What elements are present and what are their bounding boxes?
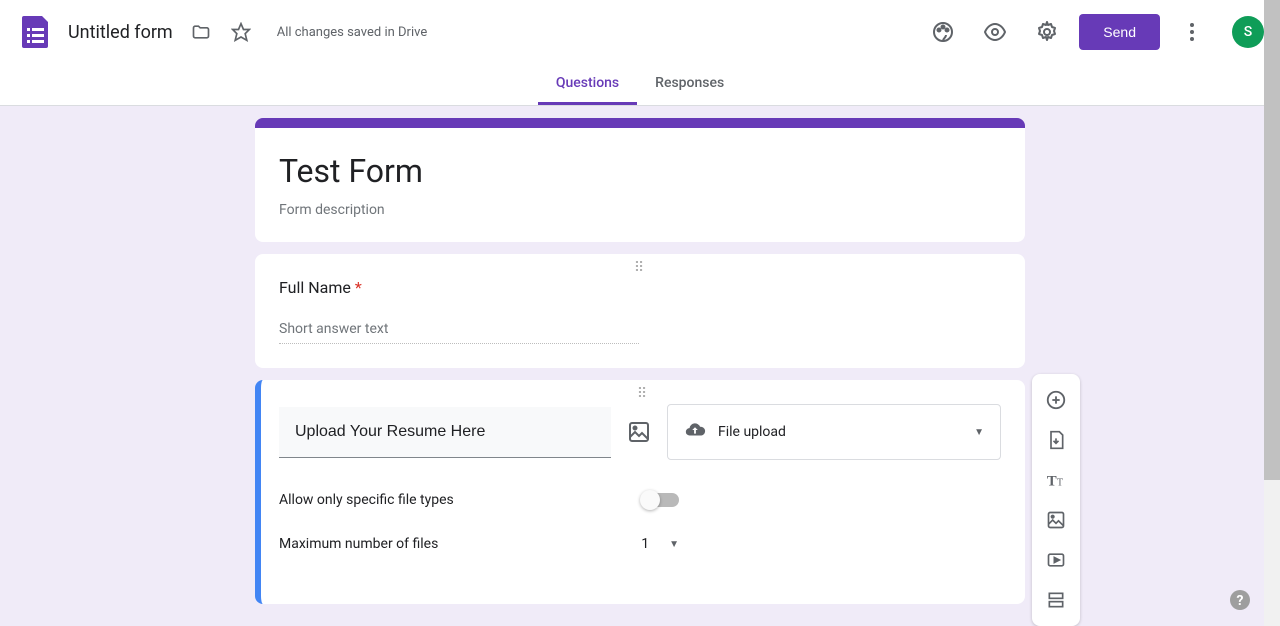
short-answer-placeholder: Short answer text [279,321,639,344]
add-image-to-question-icon[interactable] [627,420,651,444]
svg-text:?: ? [1237,593,1244,609]
chevron-down-icon: ▼ [974,427,984,438]
more-icon[interactable] [1172,12,1212,52]
question-card-selected[interactable]: ⠿ File upload ▼ Allow only specific file… [255,380,1025,604]
svg-text:T: T [1057,478,1063,489]
drag-handle-icon[interactable]: ⠿ [634,260,646,276]
form-description[interactable]: Form description [279,202,1001,218]
app-header: Untitled form All changes saved in Drive… [0,0,1280,64]
add-image-button[interactable] [1036,502,1076,538]
palette-icon[interactable] [923,12,963,52]
save-status: All changes saved in Drive [277,25,428,40]
floating-toolbar: TT [1032,374,1080,626]
max-files-dropdown[interactable]: 1 ▼ [641,536,679,552]
scrollbar[interactable] [1264,0,1280,626]
question-card[interactable]: ⠿ Full Name* Short answer text [255,254,1025,368]
forms-logo[interactable] [16,12,56,52]
add-section-button[interactable] [1036,582,1076,618]
allow-file-types-toggle[interactable] [642,493,679,507]
star-icon[interactable] [229,20,253,44]
add-video-button[interactable] [1036,542,1076,578]
scrollbar-thumb[interactable] [1264,0,1280,480]
import-questions-button[interactable] [1036,422,1076,458]
question-label: Full Name* [279,278,1001,297]
allow-file-types-label: Allow only specific file types [279,492,454,508]
add-title-button[interactable]: TT [1036,462,1076,498]
chevron-down-icon: ▼ [669,539,679,550]
tab-responses[interactable]: Responses [637,64,742,105]
toggle-knob [640,490,660,510]
max-files-value: 1 [641,536,649,552]
tab-questions[interactable]: Questions [538,64,637,105]
max-files-label: Maximum number of files [279,536,438,552]
question-label-text: Full Name [279,278,351,297]
question-type-selector[interactable]: File upload ▼ [667,404,1001,460]
folder-icon[interactable] [189,20,213,44]
svg-text:T: T [1047,474,1057,490]
send-button[interactable]: Send [1079,14,1160,50]
preview-icon[interactable] [975,12,1015,52]
cloud-upload-icon [684,419,706,445]
question-type-label: File upload [718,424,962,440]
form-title-text[interactable]: Test Form [279,152,1001,190]
add-question-button[interactable] [1036,382,1076,418]
form-header-card[interactable]: Test Form Form description [255,118,1025,242]
help-icon[interactable]: ? [1228,588,1252,612]
drag-handle-icon[interactable]: ⠿ [637,386,649,402]
avatar[interactable]: S [1232,16,1264,48]
editor-tabs: Questions Responses [0,64,1280,106]
question-title-input[interactable] [279,407,611,458]
form-title-input[interactable]: Untitled form [68,22,173,43]
form-canvas: Test Form Form description ⠿ Full Name* … [0,106,1280,626]
required-indicator: * [355,278,362,297]
settings-icon[interactable] [1027,12,1067,52]
